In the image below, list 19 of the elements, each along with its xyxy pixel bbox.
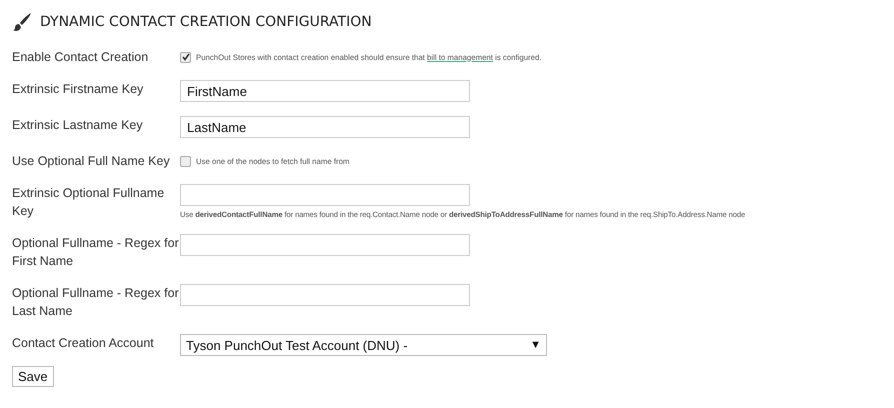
text-field[interactable]: LastName — [180, 116, 470, 138]
field-label: Contact Creation Account — [12, 335, 155, 352]
text-field[interactable] — [180, 234, 470, 256]
field-label: Extrinsic Lastname Key — [12, 117, 144, 134]
section-title: DYNAMIC CONTACT CREATION CONFIGURATION — [40, 14, 372, 30]
checkbox[interactable] — [180, 156, 191, 166]
field-label: Use Optional Full Name Key — [12, 153, 171, 170]
text-field[interactable] — [180, 184, 470, 206]
field-label: Optional Fullname - Regex for Last Name — [12, 285, 180, 320]
account-dropdown[interactable]: Tyson PunchOut Test Account (DNU) - ▼ — [180, 334, 547, 356]
field-label: Optional Fullname - Regex for First Name — [12, 235, 180, 270]
field-label: Enable Contact Creation — [12, 49, 150, 66]
paintbrush-icon — [12, 12, 32, 32]
save-button[interactable]: Save — [12, 366, 54, 387]
text-field[interactable]: FirstName — [180, 80, 470, 102]
field-label: Extrinsic Optional Fullname Key — [12, 185, 166, 220]
text-field[interactable] — [180, 284, 470, 306]
checkbox[interactable] — [180, 52, 191, 62]
field-label: Extrinsic Firstname Key — [12, 81, 144, 98]
